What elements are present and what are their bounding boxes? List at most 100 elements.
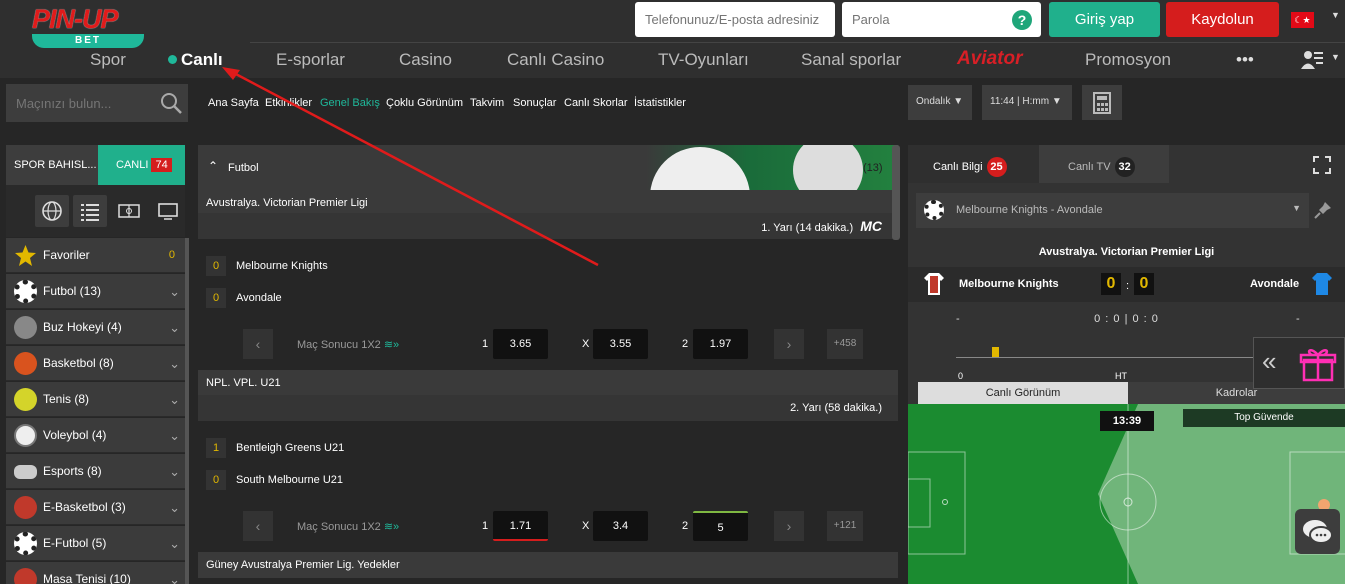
help-icon[interactable]: ? xyxy=(1012,10,1032,30)
tab-live-tv[interactable]: Canlı TV 32 xyxy=(1039,145,1169,183)
odd-away-button[interactable]: 1.97 xyxy=(693,329,748,359)
nav-live[interactable]: Canlı xyxy=(181,50,223,70)
odd-draw-button[interactable]: 3.55 xyxy=(593,329,648,359)
sidebar-item-basketball[interactable]: Basketbol (8) ⌄ xyxy=(6,346,185,381)
match-period: 2. Yarı xyxy=(790,402,822,414)
sidebar-item-e-football[interactable]: E-Futbol (5) ⌄ xyxy=(6,526,185,561)
pin-icon[interactable] xyxy=(1313,200,1333,220)
odds-row: ‹ Maç Sonucu 1X2 ≋» 1 1.71 X 3.4 2 5 › +… xyxy=(198,511,898,543)
link-results[interactable]: Sonuçlar xyxy=(513,97,556,109)
gift-icon[interactable] xyxy=(1298,344,1338,384)
live-info-count: 25 xyxy=(986,157,1007,177)
ball-status: Top Güvende xyxy=(1183,409,1345,427)
search-icon[interactable] xyxy=(160,92,182,114)
user-settings-icon[interactable] xyxy=(1301,49,1323,69)
tv-icon[interactable] xyxy=(151,195,185,227)
football-image xyxy=(793,145,863,190)
star-icon xyxy=(15,245,36,266)
football-section-header[interactable]: ⌃ Futbol (13) xyxy=(198,145,898,190)
chevron-down-icon: ⌄ xyxy=(169,572,180,584)
logo[interactable]: PIN-UP BET xyxy=(32,4,144,48)
link-overview[interactable]: Genel Bakış xyxy=(320,97,380,109)
sidebar-item-football[interactable]: Futbol (13) ⌄ xyxy=(6,274,185,309)
odd-draw-button[interactable]: 3.4 xyxy=(593,511,648,541)
away-team[interactable]: 0 Avondale xyxy=(206,288,282,308)
next-market-button[interactable]: › xyxy=(774,511,804,541)
globe-icon[interactable] xyxy=(35,195,69,227)
login-button[interactable]: Giriş yap xyxy=(1049,2,1160,37)
turkey-flag-icon[interactable]: ☾★ xyxy=(1291,12,1314,28)
list-view-icon[interactable] xyxy=(73,195,107,227)
more-menu-icon[interactable]: ••• xyxy=(1236,50,1254,70)
link-statistics[interactable]: İstatistikler xyxy=(634,97,686,109)
prev-market-button[interactable]: ‹ xyxy=(243,329,273,359)
market-label: Maç Sonucu 1X2 ≋» xyxy=(297,520,399,533)
link-multi-view[interactable]: Çoklu Görünüm xyxy=(386,97,463,109)
nav-promotions[interactable]: Promosyon xyxy=(1085,50,1171,70)
home-team[interactable]: 1 Bentleigh Greens U21 xyxy=(206,438,344,458)
sidebar-item-volleyball[interactable]: Voleybol (4) ⌄ xyxy=(6,418,185,453)
nav-live-casino[interactable]: Canlı Casino xyxy=(507,50,604,70)
nav-tv-games[interactable]: TV-Oyunları xyxy=(658,50,749,70)
sidebar-scrollbar[interactable] xyxy=(185,238,189,584)
nav-virtual-sports[interactable]: Sanal sporlar xyxy=(801,50,901,70)
collapse-left-icon[interactable]: « xyxy=(1262,348,1276,374)
link-home[interactable]: Ana Sayfa xyxy=(208,97,259,109)
sidebar-item-ice-hockey[interactable]: Buz Hokeyi (4) ⌄ xyxy=(6,310,185,345)
tab-live-tv-label: Canlı TV xyxy=(1068,161,1111,173)
nav-sport[interactable]: Spor xyxy=(90,50,126,70)
time-format-select[interactable]: 11:44 | H:mm ▼ xyxy=(982,85,1072,120)
match-selector-label: Melbourne Knights - Avondale xyxy=(956,204,1103,216)
user-caret-icon[interactable]: ▼ xyxy=(1331,52,1340,62)
match-center-icon[interactable]: MC xyxy=(860,218,882,234)
sidebar-item-label: Futbol (13) xyxy=(43,284,102,298)
odd-home-button[interactable]: 3.65 xyxy=(493,329,548,359)
register-button[interactable]: Kaydolun xyxy=(1166,2,1279,37)
chevron-down-icon: ⌄ xyxy=(169,284,180,299)
sidebar-item-favorites[interactable]: Favoriler 0 xyxy=(6,238,185,273)
sidebar-item-label: Esports (8) xyxy=(43,464,102,478)
chat-icon[interactable] xyxy=(1295,509,1340,554)
sidebar-item-e-basketball[interactable]: E-Basketbol (3) ⌄ xyxy=(6,490,185,525)
next-market-button[interactable]: › xyxy=(774,329,804,359)
tab-live-info[interactable]: Canlı Bilgi 25 xyxy=(908,145,1039,183)
more-markets-button[interactable]: +458 xyxy=(827,329,863,359)
odd-home-button[interactable]: 1.71 xyxy=(493,511,548,541)
pitch-view-icon[interactable] xyxy=(112,195,146,227)
nav-aviator[interactable]: Aviator xyxy=(957,48,1022,70)
tab-live[interactable]: CANLI 74 xyxy=(98,145,185,185)
prev-market-button[interactable]: ‹ xyxy=(243,511,273,541)
sidebar-item-tennis[interactable]: Tenis (8) ⌄ xyxy=(6,382,185,417)
scoreboard-home-score: 0 xyxy=(1101,273,1121,295)
timeline-yellow-card-icon xyxy=(992,347,999,357)
odds-format-select[interactable]: Ondalık ▼ xyxy=(908,85,972,120)
more-markets-button[interactable]: +121 xyxy=(827,511,863,541)
odd-away-button[interactable]: 5 xyxy=(693,511,748,541)
calculator-icon[interactable] xyxy=(1082,85,1122,120)
odd-label-1: 1 xyxy=(482,338,489,350)
sidebar-item-table-tennis[interactable]: Masa Tenisi (10) ⌄ xyxy=(6,562,185,584)
match-selector[interactable]: Melbourne Knights - Avondale ▼ xyxy=(916,193,1309,228)
header: PIN-UP BET ? Giriş yap Kaydolun ☾★ ▼ Spo… xyxy=(0,0,1345,78)
collapse-icon[interactable]: ⌃ xyxy=(208,159,218,173)
link-live-scores[interactable]: Canlı Skorlar xyxy=(564,97,628,109)
link-calendar[interactable]: Takvim xyxy=(470,97,504,109)
home-jersey-icon xyxy=(924,273,944,295)
link-events[interactable]: Etkinlikler xyxy=(265,97,312,109)
promo-widget[interactable]: « xyxy=(1253,337,1345,389)
volleyball-icon xyxy=(14,424,37,447)
away-team[interactable]: 0 South Melbourne U21 xyxy=(206,470,343,490)
tab-live-view[interactable]: Canlı Görünüm xyxy=(918,382,1128,404)
stat-dash-left: - xyxy=(956,313,961,325)
expand-icon[interactable] xyxy=(1313,156,1331,174)
match-list-scrollbar[interactable] xyxy=(892,145,900,240)
language-caret-icon[interactable]: ▼ xyxy=(1331,10,1340,20)
nav-casino[interactable]: Casino xyxy=(399,50,452,70)
phone-email-input[interactable] xyxy=(635,2,835,37)
nav-esports[interactable]: E-sporlar xyxy=(276,50,345,70)
home-score: 1 xyxy=(206,438,226,458)
tab-sports-betting[interactable]: SPOR BAHISL... xyxy=(6,145,98,185)
sidebar-item-esports[interactable]: Esports (8) ⌄ xyxy=(6,454,185,489)
home-team[interactable]: 0 Melbourne Knights xyxy=(206,256,328,276)
odd-label-x: X xyxy=(582,520,590,532)
